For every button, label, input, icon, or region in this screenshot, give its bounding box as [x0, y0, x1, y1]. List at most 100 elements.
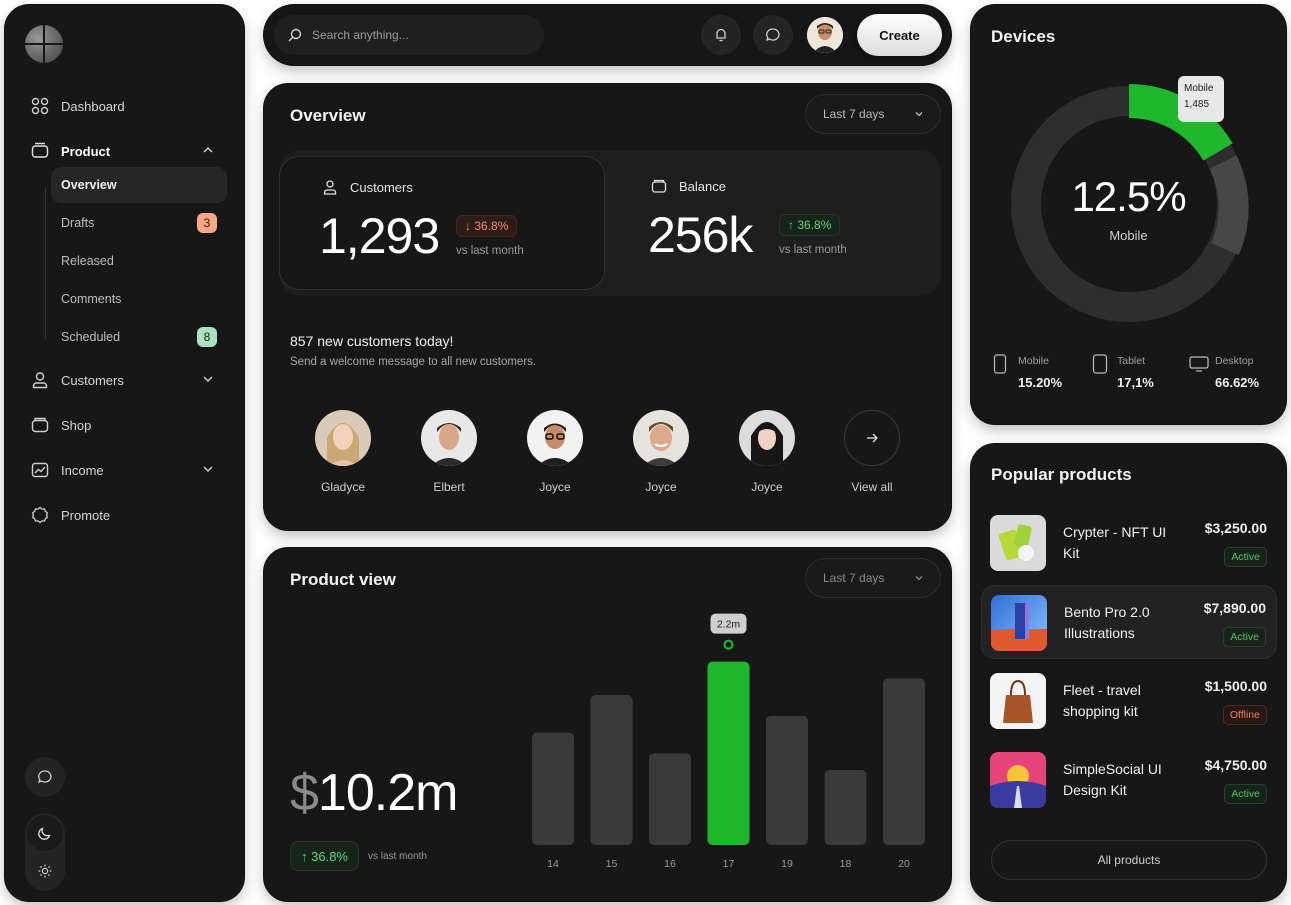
chart-bar[interactable] — [824, 770, 867, 845]
messages-button[interactable] — [753, 15, 793, 55]
customer-avatar-item[interactable]: Joyce — [510, 410, 600, 494]
sidebar-item-shop[interactable]: Shop — [31, 413, 91, 437]
sidebar-subitem-released[interactable]: Released — [51, 243, 227, 279]
search-icon — [288, 28, 302, 42]
product-view-range-dropdown[interactable]: Last 7 days — [805, 558, 941, 598]
customer-avatar-item[interactable]: Joyce — [722, 410, 812, 494]
chart-bar[interactable] — [649, 753, 691, 845]
x-tick-label: 19 — [781, 858, 793, 870]
count-badge: 3 — [197, 213, 217, 233]
view-all-button[interactable]: View all — [827, 410, 917, 494]
sidebar-subitem-scheduled[interactable]: Scheduled 8 — [51, 319, 227, 355]
highlight-marker — [723, 639, 734, 650]
moon-icon — [38, 827, 51, 840]
product-name: SimpleSocial UI Design Kit — [1063, 761, 1162, 798]
tablet-icon — [1092, 354, 1108, 374]
product-row[interactable]: Crypter - NFT UI Kit $3,250.00 Active — [981, 506, 1277, 580]
overview-card: Overview Last 7 days Customers 1,293 ↓ 3… — [264, 84, 951, 530]
new-customers-subtitle: Send a welcome message to all new custom… — [290, 356, 537, 368]
light-mode-button[interactable] — [27, 853, 63, 889]
sun-icon — [38, 864, 52, 878]
vs-label: vs last month — [779, 244, 847, 256]
user-icon — [323, 180, 337, 195]
subitem-label: Released — [61, 254, 114, 268]
chart-bar[interactable] — [707, 661, 750, 845]
tooltip-name: Mobile — [1184, 83, 1214, 94]
change-chip: ↑ 36.8% — [779, 214, 841, 236]
customer-name: Joyce — [539, 480, 571, 494]
balance-stat[interactable]: Balance 256k ↑ 36.8% vs last month — [615, 156, 941, 290]
badge-icon — [31, 506, 49, 524]
product-row[interactable]: SimpleSocial UI Design Kit $4,750.00 Act… — [981, 743, 1277, 817]
product-view-bar-chart: 14 15 16 17 2.2m 19 18 20 — [532, 613, 925, 870]
avatar — [421, 410, 477, 466]
chart-bar[interactable] — [532, 732, 574, 846]
all-products-button[interactable]: All products — [991, 840, 1267, 880]
create-button[interactable]: Create — [857, 14, 942, 56]
sidebar-item-label: Shop — [61, 417, 92, 433]
currency-symbol: $ — [290, 764, 319, 822]
x-tick-label: 14 — [547, 858, 559, 870]
dropdown-value: Last 7 days — [823, 571, 885, 585]
sidebar-item-customers[interactable]: Customers — [31, 368, 221, 392]
total-amount: $10.2m — [290, 763, 459, 823]
dark-mode-button[interactable] — [27, 815, 63, 851]
sidebar-subitem-overview[interactable]: Overview — [51, 167, 227, 203]
legend-name: Mobile — [1018, 355, 1049, 367]
legend-name: Desktop — [1215, 355, 1254, 367]
tooltip-value: 1,485 — [1184, 99, 1210, 110]
product-row[interactable]: Fleet - travel shopping kit $1,500.00 Of… — [981, 664, 1277, 738]
sidebar-item-dashboard[interactable]: Dashboard — [31, 94, 125, 118]
sidebar-subitem-drafts[interactable]: Drafts 3 — [51, 205, 227, 241]
stat-label: Customers — [350, 180, 413, 195]
bell-icon — [716, 28, 726, 42]
sidebar-item-income[interactable]: Income — [31, 458, 221, 482]
chat-button[interactable] — [25, 757, 65, 797]
notifications-button[interactable] — [701, 15, 741, 55]
status-badge: Offline — [1222, 705, 1267, 725]
change-chip: ↓ 36.8% — [456, 215, 518, 237]
user-avatar[interactable] — [807, 17, 843, 53]
theme-toggle[interactable] — [25, 813, 65, 891]
product-row[interactable]: Bento Pro 2.0 Illustrations $7,890.00 Ac… — [981, 585, 1277, 659]
chevron-down-icon — [915, 112, 923, 117]
sidebar-item-product[interactable]: Product — [31, 139, 221, 163]
sidebar-subitem-comments[interactable]: Comments — [51, 281, 227, 317]
chevron-down-icon[interactable] — [201, 462, 215, 476]
popular-products-card: Popular products Crypter - NFT UI Kit $3… — [971, 444, 1286, 901]
customer-avatar-item[interactable]: Elbert — [404, 410, 494, 494]
customers-stat[interactable]: Customers 1,293 ↓ 36.8% vs last month — [279, 156, 605, 290]
search-bar[interactable] — [274, 15, 544, 55]
chart-bar[interactable] — [883, 678, 925, 845]
subitem-label: Scheduled — [61, 330, 121, 344]
status-badge: Active — [1224, 547, 1267, 567]
change-value: 36.8% — [474, 219, 509, 233]
chevron-up-icon[interactable] — [201, 143, 215, 157]
legend-value: 17,1% — [1117, 375, 1154, 390]
search-input[interactable] — [312, 28, 512, 42]
change-value: 36.8% — [311, 848, 348, 864]
arrow-right-button[interactable] — [844, 410, 900, 466]
product-price: $1,500.00 — [1204, 678, 1267, 694]
logo[interactable] — [25, 25, 63, 63]
chart-bar[interactable] — [766, 715, 808, 845]
overview-range-dropdown[interactable]: Last 7 days — [805, 94, 941, 134]
customer-avatar-item[interactable]: Joyce — [616, 410, 706, 494]
customer-avatar-item[interactable]: Gladyce — [298, 410, 388, 494]
sidebar-item-promote[interactable]: Promote — [31, 503, 110, 527]
customer-name: Joyce — [645, 480, 677, 494]
product-thumbnail — [991, 595, 1047, 651]
phone-icon — [993, 354, 1007, 374]
avatar — [527, 410, 583, 466]
x-tick-label: 20 — [898, 858, 910, 870]
x-tick-label: 16 — [664, 858, 676, 870]
avatar — [315, 410, 371, 466]
product-name: Bento Pro 2.0 Illustrations — [1064, 604, 1150, 641]
chevron-down-icon[interactable] — [201, 372, 215, 386]
subitem-label: Drafts — [61, 216, 95, 230]
chart-bar[interactable] — [590, 695, 633, 845]
vs-label: vs last month — [456, 245, 524, 257]
amount-value: 10.2m — [317, 764, 459, 822]
stat-value: 256k — [648, 207, 753, 263]
popular-products-title: Popular products — [991, 465, 1132, 484]
